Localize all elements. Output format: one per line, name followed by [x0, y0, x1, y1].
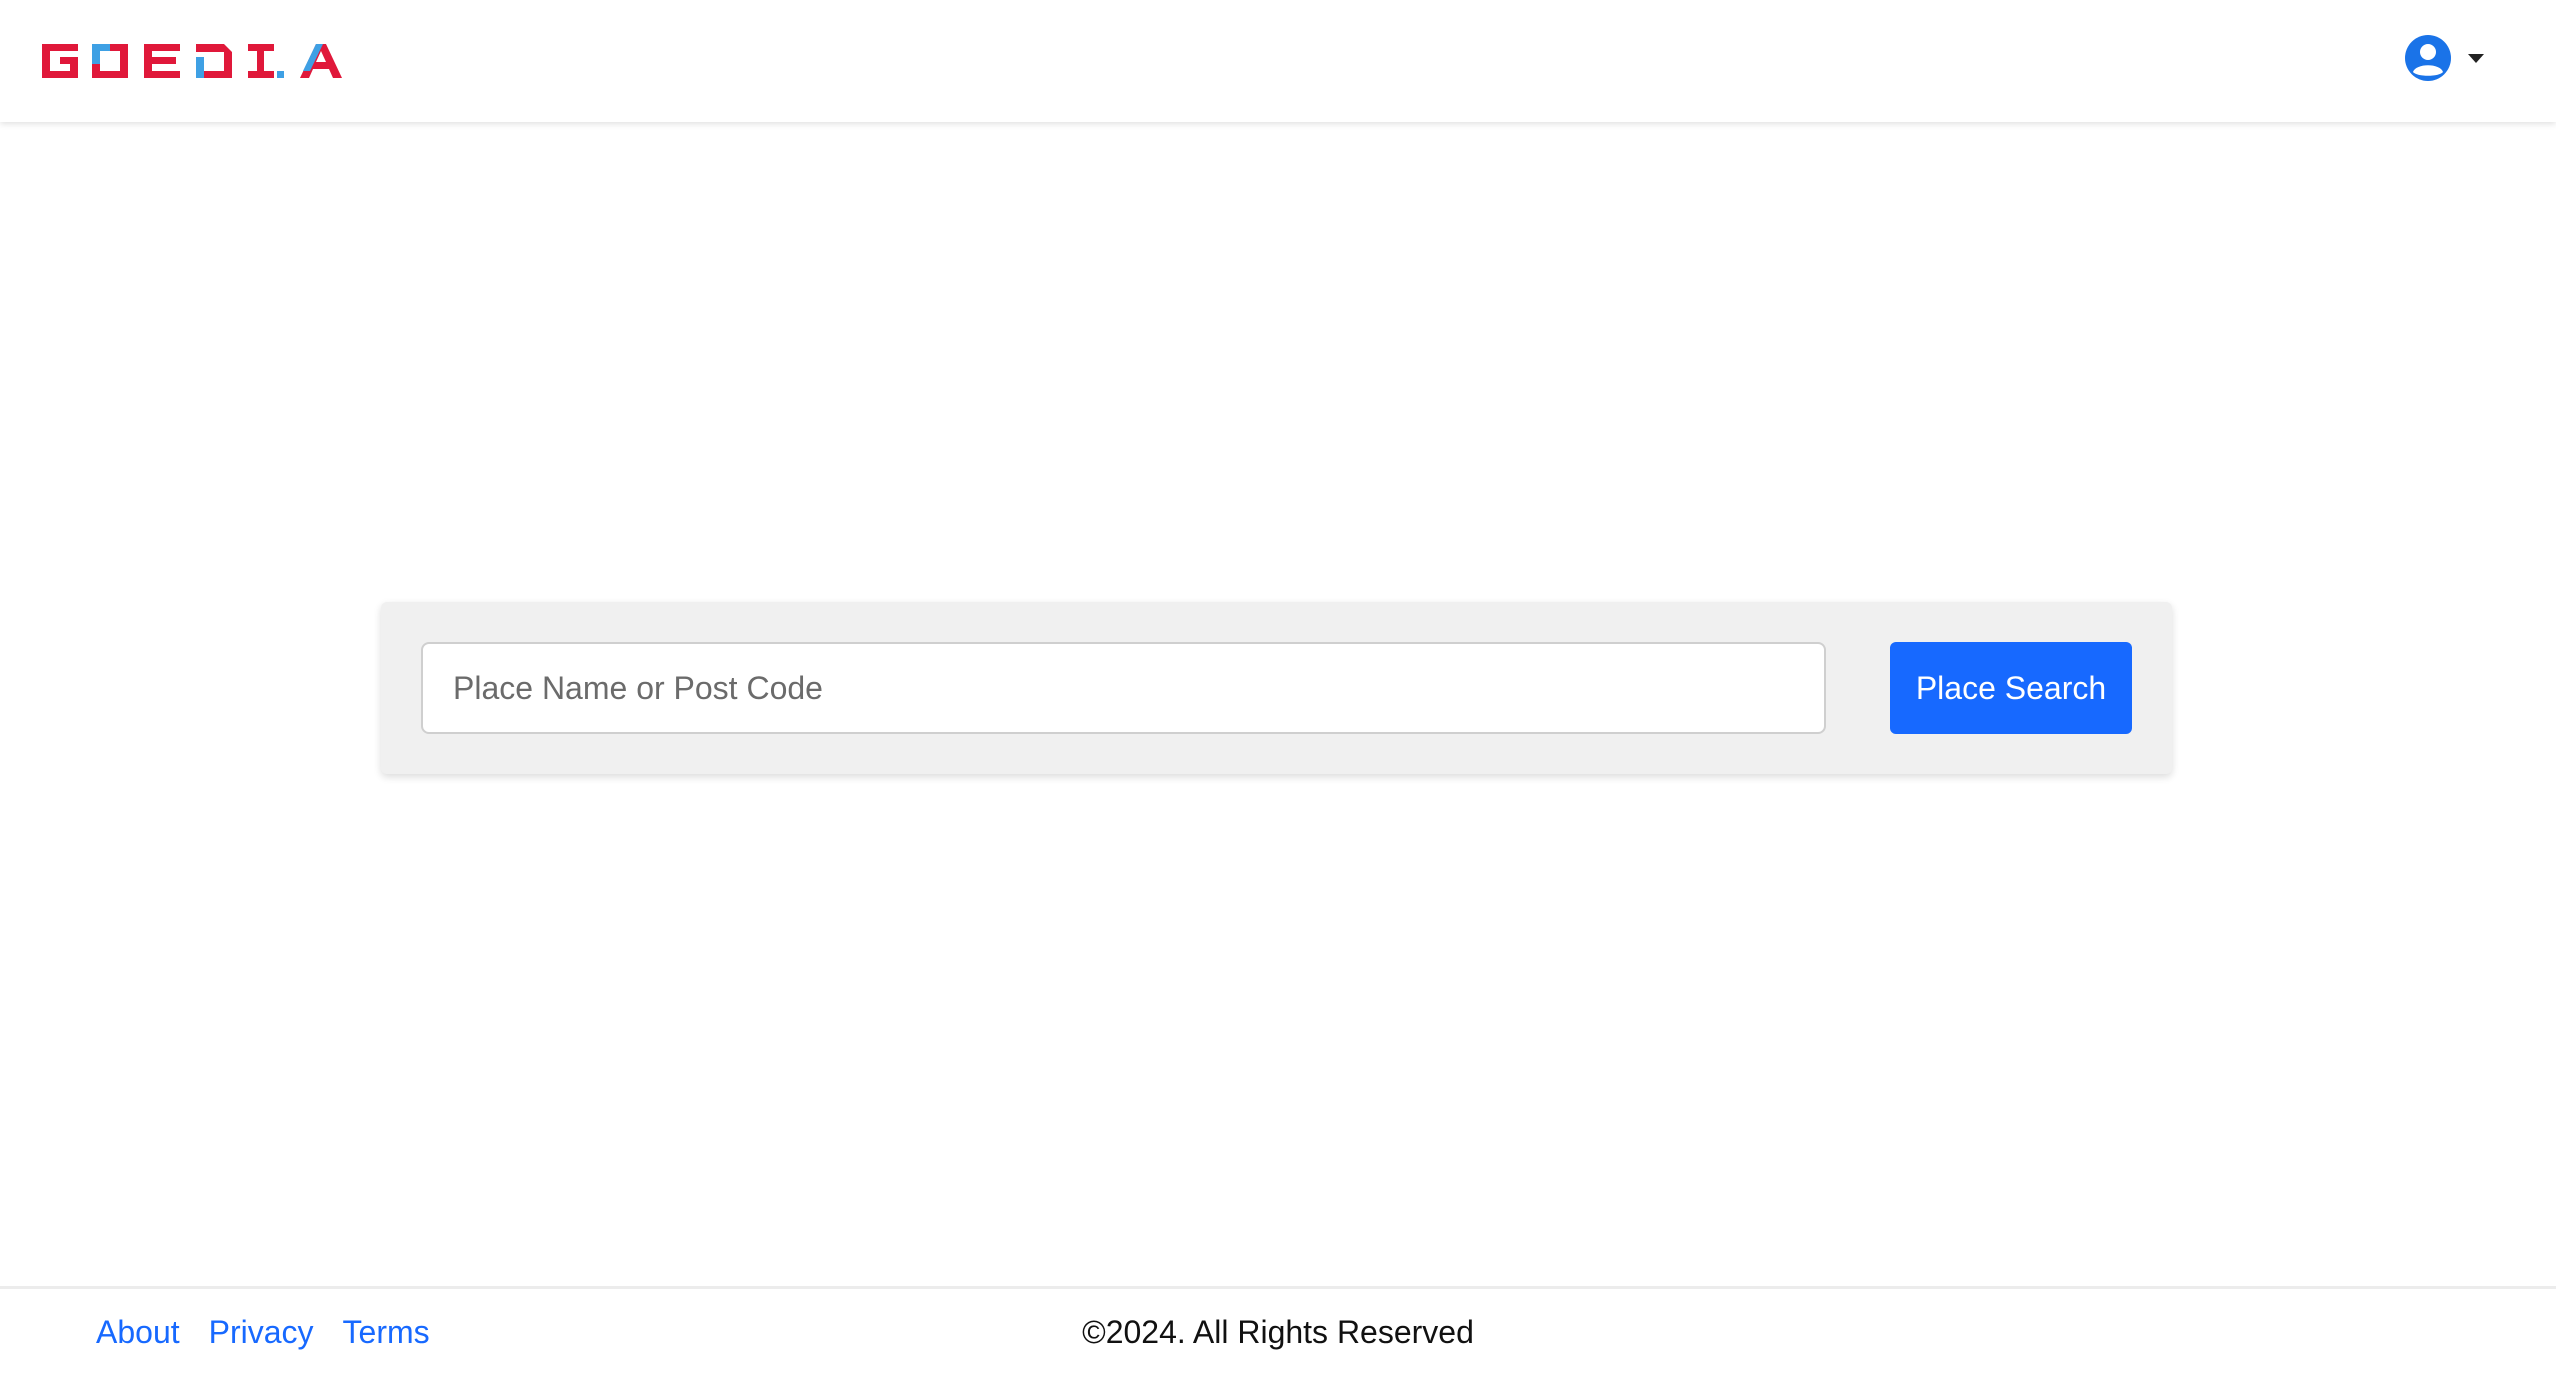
- footer-links: About Privacy Terms: [96, 1289, 459, 1376]
- place-search-input[interactable]: [421, 642, 1826, 734]
- terms-link[interactable]: Terms: [343, 1314, 430, 1351]
- user-circle-icon: [2405, 35, 2451, 81]
- brand-logo[interactable]: [40, 38, 360, 84]
- place-search-button[interactable]: Place Search: [1890, 642, 2132, 734]
- caret-down-icon: [2468, 53, 2484, 63]
- top-navbar: [0, 0, 2556, 122]
- search-panel: Place Search: [381, 602, 2172, 774]
- privacy-link[interactable]: Privacy: [209, 1314, 314, 1351]
- app-window: Place Search ©2024. All Rights Reserved …: [0, 0, 2556, 1376]
- footer: ©2024. All Rights Reserved About Privacy…: [0, 1286, 2556, 1376]
- user-menu-toggle[interactable]: [2404, 30, 2504, 86]
- about-link[interactable]: About: [96, 1314, 180, 1351]
